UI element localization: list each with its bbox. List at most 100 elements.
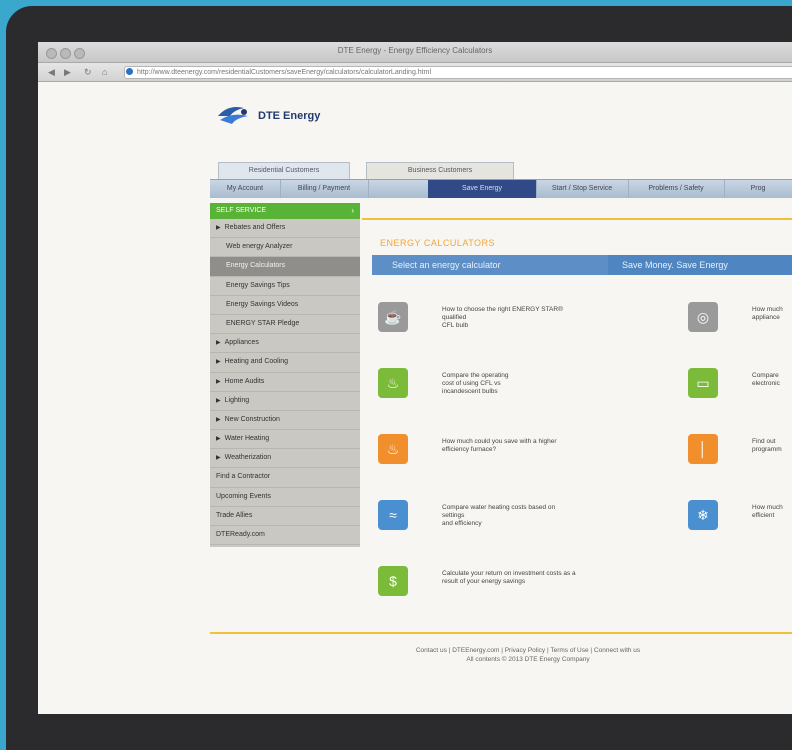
nav-tab-start-stop-service[interactable]: Start / Stop Service	[536, 180, 629, 198]
tab-residential-customers[interactable]: Residential Customers	[218, 162, 350, 179]
sidebar-item-label: Energy Savings Videos	[226, 300, 299, 308]
calculator-link[interactable]: Find out programm	[752, 438, 792, 454]
calculator-description-line: How much	[752, 306, 783, 313]
snowflake-icon[interactable]: ❄	[688, 500, 718, 530]
calculator-description-line: How much	[752, 504, 783, 511]
sidebar-menu: ▶ Rebates and Offers Web energy Analyzer En…	[210, 219, 360, 547]
brand-name: DTE Energy	[258, 110, 321, 122]
nav-tab-my-account[interactable]: My Account	[210, 180, 281, 198]
sidebar-item-label: Water Heating	[224, 435, 270, 443]
bulb-icon[interactable]: ♨	[378, 368, 408, 398]
nav-tab-problems-safety[interactable]: Problems / Safety	[628, 180, 725, 198]
sidebar-item-label: Web energy Analyzer	[226, 243, 293, 251]
sidebar-item-label: Weatherization	[224, 454, 272, 462]
calculator-description-line: Calculate your return on investment cost…	[442, 570, 576, 577]
sidebar-item-label: Lighting	[224, 396, 250, 404]
sidebar-item-label: Heating and Cooling	[224, 358, 289, 366]
water-drop-icon[interactable]: ≈	[378, 500, 408, 530]
sidebar-item[interactable]: ▶ Heating and Cooling	[210, 353, 360, 373]
sidebar-item[interactable]: ▶ Home Audits	[210, 373, 360, 392]
sidebar-item[interactable]: ▶ Lighting	[210, 392, 360, 411]
calculator-description-line: incandescent bulbs	[442, 388, 498, 395]
calculator-description-line: Compare	[752, 372, 779, 379]
address-toolbar: ◀ ▶ ↻ ⌂ http://www.dteenergy.com/residen…	[38, 63, 792, 82]
calculator-description-line: efficient	[752, 512, 775, 519]
nav-tab-save-energy[interactable]: Save Energy	[428, 180, 537, 198]
calculator-description-line: Find out	[752, 438, 776, 445]
sidebar-item[interactable]: ENERGY STAR Pledge	[210, 315, 360, 335]
sidebar-item[interactable]: Upcoming Events	[210, 488, 360, 507]
sidebar-item[interactable]: Find a Contractor	[210, 468, 360, 488]
expand-arrow-icon: ▶	[216, 455, 221, 462]
sidebar-item-label: Home Audits	[224, 377, 265, 385]
calculator-description-line: Compare water heating costs based on	[442, 504, 556, 511]
calculator-description-line: efficiency furnace?	[442, 446, 497, 453]
calculator-link[interactable]: Compare the operating cost of using CFL v…	[442, 372, 642, 396]
calculator-link[interactable]: Compare water heating costs based on sett…	[442, 504, 642, 528]
money-icon[interactable]: $	[378, 566, 408, 596]
home-icon[interactable]: ⌂	[102, 67, 107, 77]
expand-arrow-icon: ▶	[216, 378, 221, 385]
section-title: ENERGY CALCULATORS	[380, 238, 496, 248]
sidebar-item-label: Appliances	[224, 339, 259, 347]
calculator-description-line: How much could you save with a higher	[442, 438, 557, 445]
tab-business-customers[interactable]: Business Customers	[366, 162, 514, 179]
expand-arrow-icon: ▶	[216, 359, 221, 366]
calculator-description-line: programm	[752, 446, 782, 453]
calculator-description-line: and efficiency	[442, 520, 482, 527]
sidebar-item-label: Energy Calculators	[226, 262, 286, 270]
sidebar-item[interactable]: Trade Allies	[210, 507, 360, 526]
calculator-description-line: settings	[442, 512, 465, 519]
calculator-link[interactable]: Compare electronic	[752, 372, 792, 388]
calculator-description-line: qualified	[442, 314, 467, 321]
sidebar-item[interactable]: Energy Savings Tips	[210, 277, 360, 296]
calculator-description-line: cost of using CFL vs	[442, 380, 501, 387]
forward-arrow-icon[interactable]: ▶	[64, 67, 71, 78]
sidebar-item[interactable]: ▶ Water Heating	[210, 430, 360, 450]
sidebar-item[interactable]: ▶ Weatherization	[210, 449, 360, 469]
calculator-link[interactable]: How much efficient	[752, 504, 792, 520]
section-divider	[362, 218, 792, 220]
sidebar-item-label: New Construction	[224, 415, 280, 423]
dte-logo-icon	[218, 107, 248, 124]
nav-tab-billing[interactable]: Billing / Payment	[280, 180, 369, 198]
footer-copyright: All contents © 2013 DTE Energy Company	[466, 656, 590, 663]
calculator-link[interactable]: How much could you save with a higher eff…	[442, 438, 642, 454]
sidebar-item[interactable]: Energy Calculators	[210, 257, 360, 277]
sidebar-item[interactable]: ▶ New Construction	[210, 411, 360, 431]
reload-icon[interactable]: ↻	[84, 67, 92, 78]
sidebar-item[interactable]: Energy Savings Videos	[210, 296, 360, 315]
expand-arrow-icon: ▶	[216, 416, 221, 423]
sidebar-item[interactable]: ▶ Rebates and Offers	[210, 219, 360, 239]
calculator-description-line: appliance	[752, 314, 780, 321]
chevron-right-icon: ›	[351, 206, 354, 215]
footer-links[interactable]: Contact us | DTEEnergy.com | Privacy Pol…	[358, 646, 698, 655]
calculator-link[interactable]: How much appliance	[752, 306, 792, 322]
sidebar-item-label: Trade Allies	[216, 511, 253, 519]
window-titlebar: DTE Energy - Energy Efficiency Calculato…	[38, 42, 792, 63]
url-field[interactable]: http://www.dteenergy.com/residentialCust…	[124, 66, 792, 79]
sidebar-header-label: SELF SERVICE	[216, 207, 267, 214]
sidebar-item[interactable]: ▶ Appliances	[210, 334, 360, 354]
sidebar-item[interactable]: DTEReady.com	[210, 526, 360, 546]
nav-tab-programs[interactable]: Prog	[724, 180, 792, 198]
calculator-link[interactable]: How to choose the right ENERGY STAR® qual…	[442, 306, 642, 330]
sidebar-item[interactable]: Web energy Analyzer	[210, 238, 360, 258]
monitor-icon[interactable]: ▭	[688, 368, 718, 398]
thermometer-icon[interactable]: │	[688, 434, 718, 464]
washer-icon[interactable]: ◎	[688, 302, 718, 332]
back-arrow-icon[interactable]: ◀	[48, 67, 55, 78]
calculator-description-line: How to choose the right ENERGY STAR®	[442, 306, 563, 313]
expand-arrow-icon: ▶	[216, 340, 221, 347]
flame-icon[interactable]: ♨	[378, 434, 408, 464]
lamp-icon[interactable]: ☕	[378, 302, 408, 332]
sidebar-item-label: Rebates and Offers	[224, 224, 286, 231]
site-favicon-icon	[126, 68, 133, 75]
calculator-link[interactable]: Calculate your return on investment cost…	[442, 570, 642, 586]
select-calculator-banner: Select an energy calculator	[372, 255, 608, 275]
page-footer: Contact us | DTEEnergy.com | Privacy Pol…	[358, 646, 698, 664]
sidebar-header[interactable]: SELF SERVICE ›	[210, 203, 360, 219]
browser-window: DTE Energy - Energy Efficiency Calculato…	[38, 42, 792, 714]
calculator-description-line: CFL bulb	[442, 322, 469, 329]
main-navigation: My Account Billing / Payment Save Energy…	[210, 179, 792, 198]
